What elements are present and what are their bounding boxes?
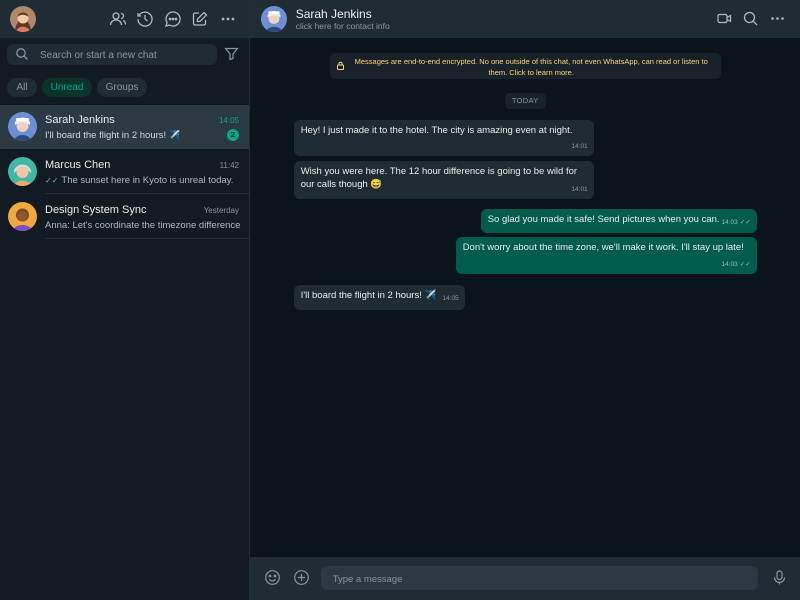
avatar (8, 112, 37, 141)
message-text: Hey! I just made it to the hotel. The ci… (300, 125, 573, 136)
avatar (8, 157, 37, 186)
filter-all-chip[interactable]: All (7, 78, 37, 97)
chat-preview: I'll board the flight in 2 hours! ✈️ (45, 130, 181, 141)
chat-time: 14:05 (218, 116, 239, 125)
message-input-box (320, 566, 758, 592)
date-separator: TODAY (504, 93, 546, 109)
lock-icon (336, 61, 345, 70)
chat-name: Design System Sync (45, 204, 147, 216)
chat-time: Yesterday (203, 206, 239, 215)
message-text: I'll board the flight in 2 hours! ✈️ (300, 290, 437, 301)
search-icon (15, 47, 29, 61)
message-composer (249, 557, 800, 600)
channels-icon[interactable] (164, 10, 182, 28)
message-time: 14:01 (571, 186, 588, 193)
message-time: 14:03 (721, 261, 738, 268)
menu-icon[interactable] (219, 10, 237, 28)
read-ticks-icon: ✓✓ (45, 176, 59, 185)
chat-preview: Anna: Let's coordinate the timezone diff… (45, 220, 241, 231)
outgoing-message[interactable]: Don't worry about the time zone, we'll m… (455, 237, 757, 274)
unread-filter-icon[interactable] (224, 46, 239, 61)
message-text: Don't worry about the time zone, we'll m… (462, 242, 744, 253)
message-time: 14:01 (571, 143, 588, 150)
chat-item-marcus-chen[interactable]: Marcus Chen 11:42 ✓✓ The sunset here in K… (0, 150, 249, 194)
contact-name: Sarah Jenkins (295, 7, 372, 21)
filter-unread-chip[interactable]: Unread (42, 78, 92, 97)
message-meta: 14:03 ✓✓ (722, 258, 751, 271)
attach-plus-icon[interactable] (293, 569, 310, 586)
chat-time: 11:42 (219, 161, 239, 170)
my-profile-avatar[interactable] (10, 6, 36, 32)
message-text: So glad you made it safe! Send pictures … (487, 214, 720, 225)
video-call-icon[interactable] (716, 10, 733, 27)
sent-ticks-icon: ✓✓ (739, 261, 751, 268)
whatsapp-app: All Unread Groups Sarah Jenkins 14:05 (0, 0, 800, 600)
incoming-message[interactable]: Hey! I just made it to the hotel. The ci… (293, 120, 594, 156)
menu-icon[interactable] (769, 10, 786, 27)
encryption-notice[interactable]: Messages are end-to-end encrypted. No on… (329, 53, 721, 79)
chat-item-sarah-jenkins[interactable]: Sarah Jenkins 14:05 I'll board the fligh… (0, 105, 249, 149)
message-time: 14:03 (721, 219, 738, 226)
communities-icon[interactable] (109, 10, 127, 28)
incoming-message[interactable]: Wish you were here. The 12 hour differen… (293, 161, 594, 199)
filter-groups-chip[interactable]: Groups (97, 78, 147, 97)
new-chat-icon[interactable] (191, 10, 209, 28)
chat-preview: The sunset here in Kyoto is unreal today… (61, 175, 234, 186)
message-time: 14:05 (442, 295, 459, 302)
search-icon[interactable] (742, 10, 759, 27)
microphone-icon[interactable] (771, 569, 788, 586)
contact-info-hint: click here for contact info (295, 21, 390, 31)
chat-name: Sarah Jenkins (45, 114, 115, 126)
chat-preview-row: ✓✓ The sunset here in Kyoto is unreal tod… (45, 175, 241, 186)
message-input[interactable] (330, 566, 755, 592)
search-input[interactable] (38, 44, 217, 67)
message-meta: 14:03 ✓✓ (722, 216, 751, 229)
chat-name: Marcus Chen (45, 159, 111, 171)
incoming-message[interactable]: I'll board the flight in 2 hours! ✈️ 14:… (293, 285, 465, 310)
conversation-pane: Sarah Jenkins click here for contact inf… (249, 0, 800, 600)
unread-badge: 2 (227, 129, 239, 141)
emoji-icon[interactable] (264, 569, 281, 586)
chat-sidebar: All Unread Groups Sarah Jenkins 14:05 (0, 0, 250, 600)
avatar (8, 202, 37, 231)
sidebar-header (0, 0, 249, 38)
chat-item-design-system-sync[interactable]: Design System Sync Yesterday Anna: Let's… (0, 195, 249, 239)
search-box (7, 44, 217, 67)
encryption-notice-text: Messages are end-to-end encrypted. No on… (354, 57, 708, 77)
outgoing-message[interactable]: So glad you made it safe! Send pictures … (480, 209, 757, 233)
sent-ticks-icon: ✓✓ (739, 219, 751, 226)
contact-avatar[interactable] (260, 6, 287, 32)
status-icon[interactable] (136, 10, 154, 28)
conversation-header[interactable]: Sarah Jenkins click here for contact inf… (249, 0, 800, 38)
message-text: Wish you were here. The 12 hour differen… (300, 166, 578, 190)
